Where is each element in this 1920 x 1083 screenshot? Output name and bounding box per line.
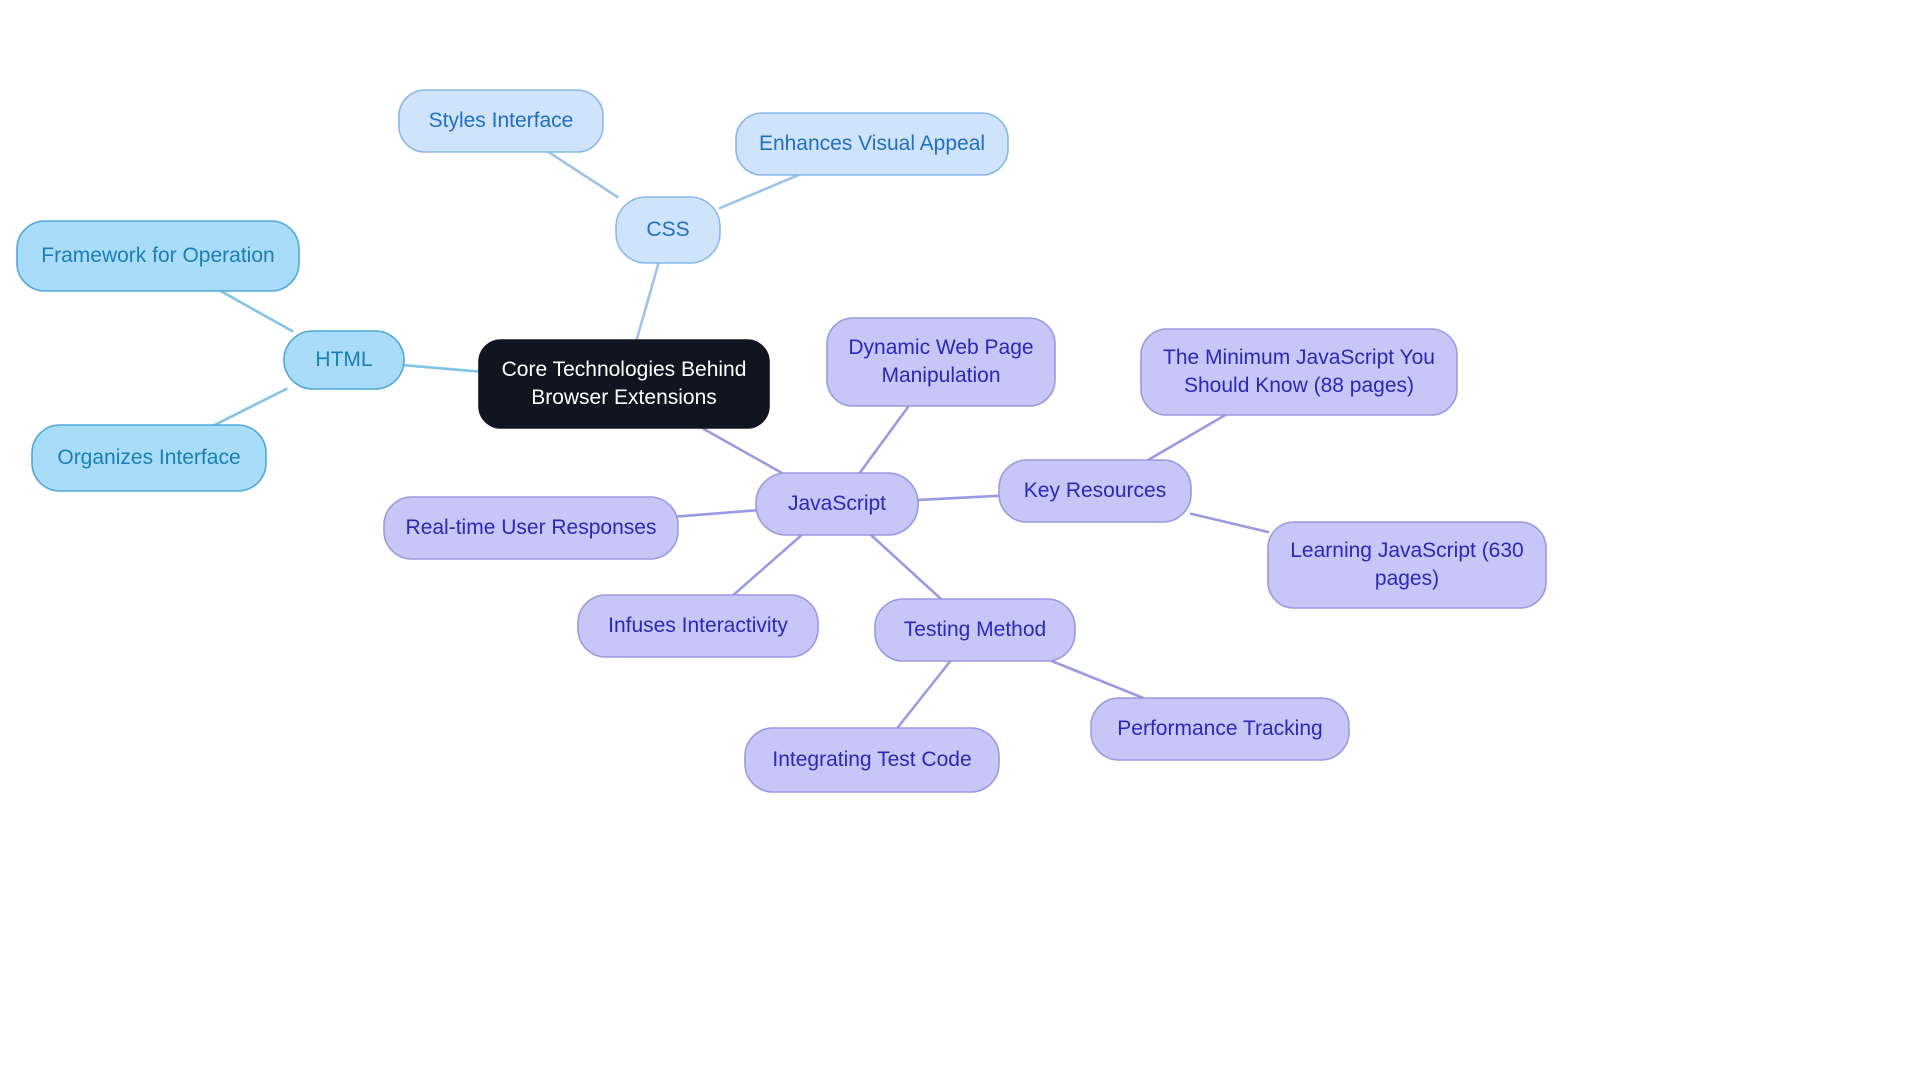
node-label-line: Browser Extensions	[531, 385, 717, 408]
node-label-line: pages)	[1375, 566, 1439, 589]
edge-javascript-to-infuses-interactivity	[732, 533, 803, 597]
node-label-line: Testing Method	[904, 618, 1046, 641]
mindmap-diagram: Core Technologies Behind Browser Extensio…	[16, 89, 1547, 793]
node-root[interactable]: Core Technologies Behind Browser Extensio…	[478, 339, 770, 429]
node-label-framework-for-operation: Framework for Operation	[41, 244, 274, 267]
node-label-line: HTML	[315, 348, 372, 371]
node-performance-tracking[interactable]: Performance Tracking	[1090, 697, 1350, 761]
node-dynamic-web-page-manipulation[interactable]: Dynamic Web Page Manipulation	[826, 317, 1056, 407]
node-shape-minimum-javascript	[1140, 328, 1458, 416]
node-learning-javascript[interactable]: Learning JavaScript (630 pages)	[1267, 521, 1547, 609]
edge-key-resources-to-minimum-javascript	[1146, 413, 1227, 462]
edge-root-to-javascript	[700, 426, 784, 475]
node-label-line: Enhances Visual Appeal	[759, 132, 985, 155]
node-label-line: Manipulation	[881, 363, 1000, 386]
node-label-line: Performance Tracking	[1117, 717, 1322, 740]
edge-javascript-to-key-resources	[916, 494, 1001, 502]
node-label-line: Integrating Test Code	[772, 748, 971, 771]
edge-html-to-framework-for-operation	[219, 289, 294, 333]
node-key-resources[interactable]: Key Resources	[998, 459, 1192, 523]
mindmap-canvas-container: Core Technologies Behind Browser Extensio…	[0, 0, 1920, 1083]
node-label-line: Core Technologies Behind	[502, 358, 747, 381]
node-label-line: The Minimum JavaScript You	[1163, 346, 1435, 369]
node-label-html: HTML	[315, 348, 372, 371]
node-enhances-visual-appeal[interactable]: Enhances Visual Appeal	[735, 112, 1009, 176]
edge-javascript-to-testing-method	[869, 533, 943, 601]
node-label-line: Infuses Interactivity	[608, 614, 788, 637]
node-minimum-javascript[interactable]: The Minimum JavaScript You Should Know (8…	[1140, 328, 1458, 416]
node-label-line: Learning JavaScript (630	[1290, 539, 1523, 562]
node-label-testing-method: Testing Method	[904, 618, 1046, 641]
node-label-line: Key Resources	[1024, 479, 1166, 502]
edge-javascript-to-real-time-user-responses	[676, 509, 758, 518]
edge-html-to-organizes-interface	[213, 387, 288, 427]
node-html[interactable]: HTML	[283, 330, 405, 390]
edge-root-to-css	[635, 261, 660, 342]
node-label-line: Should Know (88 pages)	[1184, 373, 1414, 396]
edge-javascript-to-dynamic-web-page-manipulation	[858, 404, 911, 475]
node-label-integrating-test-code: Integrating Test Code	[772, 748, 971, 771]
node-label-infuses-interactivity: Infuses Interactivity	[608, 614, 788, 637]
node-javascript[interactable]: JavaScript	[755, 472, 919, 536]
node-label-styles-interface: Styles Interface	[429, 109, 574, 132]
node-label-line: Dynamic Web Page	[848, 336, 1033, 359]
node-label-line: Real-time User Responses	[406, 516, 657, 539]
node-infuses-interactivity[interactable]: Infuses Interactivity	[577, 594, 819, 658]
edge-testing-method-to-performance-tracking	[1050, 659, 1145, 700]
node-label-organizes-interface: Organizes Interface	[57, 446, 240, 469]
node-label-real-time-user-responses: Real-time User Responses	[406, 516, 657, 539]
node-shape-learning-javascript	[1267, 521, 1547, 609]
node-label-css: CSS	[646, 218, 689, 241]
node-styles-interface[interactable]: Styles Interface	[398, 89, 604, 153]
edge-css-to-styles-interface	[547, 150, 619, 199]
node-label-javascript: JavaScript	[788, 492, 886, 515]
node-label-line: Framework for Operation	[41, 244, 274, 267]
node-organizes-interface[interactable]: Organizes Interface	[31, 424, 267, 492]
edge-root-to-html	[402, 363, 481, 373]
edge-testing-method-to-integrating-test-code	[896, 659, 952, 730]
node-label-line: CSS	[646, 218, 689, 241]
node-framework-for-operation[interactable]: Framework for Operation	[16, 220, 300, 292]
node-label-key-resources: Key Resources	[1024, 479, 1166, 502]
node-integrating-test-code[interactable]: Integrating Test Code	[744, 727, 1000, 793]
node-testing-method[interactable]: Testing Method	[874, 598, 1076, 662]
node-label-line: Organizes Interface	[57, 446, 240, 469]
node-layer: Core Technologies Behind Browser Extensio…	[16, 89, 1547, 793]
node-shape-dynamic-web-page-manipulation	[826, 317, 1056, 407]
node-label-enhances-visual-appeal: Enhances Visual Appeal	[759, 132, 985, 155]
node-label-performance-tracking: Performance Tracking	[1117, 717, 1322, 740]
node-css[interactable]: CSS	[615, 196, 721, 264]
node-real-time-user-responses[interactable]: Real-time User Responses	[383, 496, 679, 560]
edge-key-resources-to-learning-javascript	[1189, 512, 1270, 534]
node-label-line: Styles Interface	[429, 109, 574, 132]
node-label-line: JavaScript	[788, 492, 886, 515]
edge-css-to-enhances-visual-appeal	[718, 173, 800, 210]
node-shape-root	[478, 339, 770, 429]
